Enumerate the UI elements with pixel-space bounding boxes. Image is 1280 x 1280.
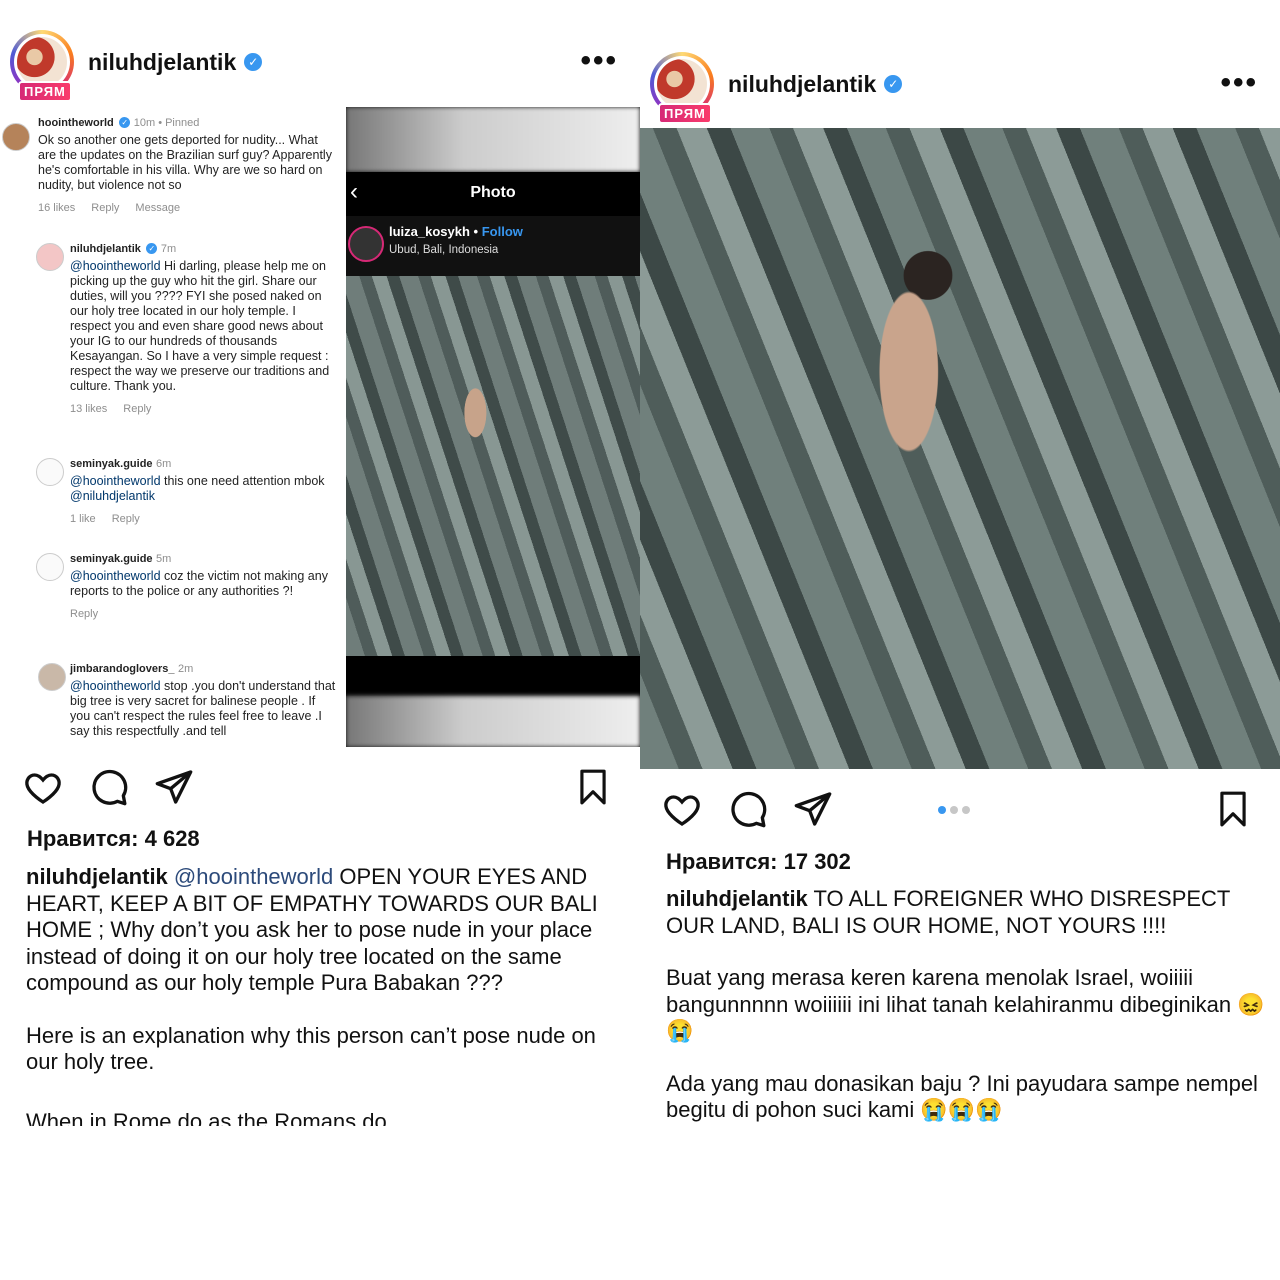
bookmark-icon[interactable]: [1214, 789, 1252, 829]
reply-button[interactable]: Reply: [112, 513, 140, 525]
verified-icon: ✓: [244, 53, 263, 71]
likes-count[interactable]: Нравится: 4 628: [27, 826, 200, 852]
follow-button[interactable]: Follow: [482, 224, 523, 239]
photo-username[interactable]: luiza_kosykh: [389, 224, 470, 239]
comments-screenshot: hoointheworld ✓ 10m • Pinned Ok so anoth…: [0, 107, 346, 739]
avatar: [36, 553, 64, 581]
comment-user[interactable]: hoointheworld: [38, 117, 114, 129]
comment-text: @hoointheworld Hi darling, please help m…: [70, 259, 330, 393]
comment-user[interactable]: seminyak.guide: [70, 458, 153, 470]
comment-time: 7m: [160, 243, 177, 255]
post-header: ПРЯМ niluhdjelantik ✓ •••: [640, 52, 1280, 124]
reply-button[interactable]: Reply: [91, 202, 119, 214]
comment-user[interactable]: seminyak.guide: [70, 553, 153, 565]
comment-user[interactable]: niluhdjelantik: [70, 243, 141, 255]
comment-text: Ok so another one gets deported for nudi…: [38, 133, 332, 192]
right-post: ПРЯМ niluhdjelantik ✓ ••• Нравится: 17 3…: [640, 0, 1280, 1150]
post-photo[interactable]: [346, 276, 640, 656]
comment-icon[interactable]: [728, 789, 768, 829]
comment-text: @hoointheworld coz the victim not making…: [70, 569, 328, 598]
likes-count[interactable]: Нравится: 17 302: [666, 849, 851, 875]
heart-icon[interactable]: [23, 767, 63, 807]
caption-paragraph: Here is an explanation why this person c…: [26, 1022, 596, 1075]
caption-cut-line: When in Rome do as the Romans do: [26, 1112, 387, 1126]
avatar: [36, 458, 64, 486]
carousel-dot[interactable]: [962, 806, 970, 814]
live-badge: ПРЯМ: [658, 103, 712, 124]
post-header: ПРЯМ niluhdjelantik ✓ •••: [0, 30, 640, 102]
reply-button[interactable]: Reply: [123, 403, 151, 415]
live-badge: ПРЯМ: [18, 81, 72, 102]
comment-text: @hoointheworld stop .you don't understan…: [70, 679, 336, 738]
avatar: [36, 243, 64, 271]
likes-count[interactable]: 16 likes: [38, 202, 75, 214]
share-icon[interactable]: [154, 767, 194, 807]
message-button[interactable]: Message: [135, 202, 180, 214]
carousel-dots[interactable]: [938, 801, 974, 819]
post-photo[interactable]: [640, 128, 1280, 769]
comment-time: 6m: [156, 458, 172, 470]
avatar[interactable]: ПРЯМ: [650, 52, 714, 124]
comment-icon[interactable]: [89, 767, 129, 807]
more-icon[interactable]: •••: [1220, 66, 1258, 100]
comment-text: @hoointheworld this one need attention m…: [70, 474, 325, 503]
caption-paragraph: Ada yang mau donasikan baju ? Ini payuda…: [666, 1070, 1258, 1123]
share-icon[interactable]: [793, 789, 833, 829]
more-icon[interactable]: •••: [580, 44, 618, 78]
caption-username[interactable]: niluhdjelantik: [26, 864, 168, 889]
caption-paragraph: Buat yang merasa keren karena menolak Is…: [666, 965, 1265, 1043]
photo-location[interactable]: Ubud, Bali, Indonesia: [389, 244, 498, 256]
avatar: [2, 123, 30, 151]
caption-username[interactable]: niluhdjelantik: [666, 886, 808, 911]
heart-icon[interactable]: [662, 789, 702, 829]
avatar[interactable]: ПРЯМ: [10, 30, 74, 102]
photo-screenshot: ‹ Photo luiza_kosykh • Follow Ubud, Bali…: [346, 107, 640, 747]
post-username[interactable]: niluhdjelantik: [88, 49, 236, 76]
mention-link[interactable]: @hoointheworld: [70, 679, 161, 693]
reply-button[interactable]: Reply: [70, 608, 98, 620]
avatar: [38, 663, 66, 691]
mention-link[interactable]: @hoointheworld: [70, 259, 161, 273]
mention-link[interactable]: @hoointheworld: [70, 569, 161, 583]
mention-link[interactable]: @hoointheworld: [70, 474, 161, 488]
comment-time: 2m: [178, 663, 194, 675]
mention-link[interactable]: @niluhdjelantik: [70, 489, 155, 503]
verified-icon: ✓: [119, 117, 131, 129]
avatar[interactable]: [348, 226, 384, 262]
mention-link[interactable]: @hoointheworld: [174, 864, 333, 889]
likes-count[interactable]: 1 like: [70, 513, 96, 525]
photo-user-row: luiza_kosykh • Follow Ubud, Bali, Indone…: [346, 216, 640, 276]
post-caption: niluhdjelantik @hoointheworld OPEN YOUR …: [26, 864, 626, 1102]
comment-user[interactable]: jimbarandoglovers_: [70, 663, 175, 675]
likes-count[interactable]: 13 likes: [70, 403, 107, 415]
carousel-dot[interactable]: [938, 806, 946, 814]
verified-icon: ✓: [146, 243, 158, 255]
carousel-dot[interactable]: [950, 806, 958, 814]
post-caption: niluhdjelantik TO ALL FOREIGNER WHO DISR…: [666, 886, 1265, 1123]
photo-title: Photo: [470, 184, 516, 201]
bookmark-icon[interactable]: [574, 767, 612, 807]
comment-time: 5m: [156, 553, 172, 565]
comment-time: 10m • Pinned: [133, 117, 200, 129]
left-post: ПРЯМ niluhdjelantik ✓ ••• hoointheworld …: [0, 0, 640, 1140]
post-actions: [0, 767, 640, 807]
photo-header: ‹ Photo: [346, 172, 640, 216]
verified-icon: ✓: [884, 75, 903, 93]
post-username[interactable]: niluhdjelantik: [728, 71, 876, 98]
